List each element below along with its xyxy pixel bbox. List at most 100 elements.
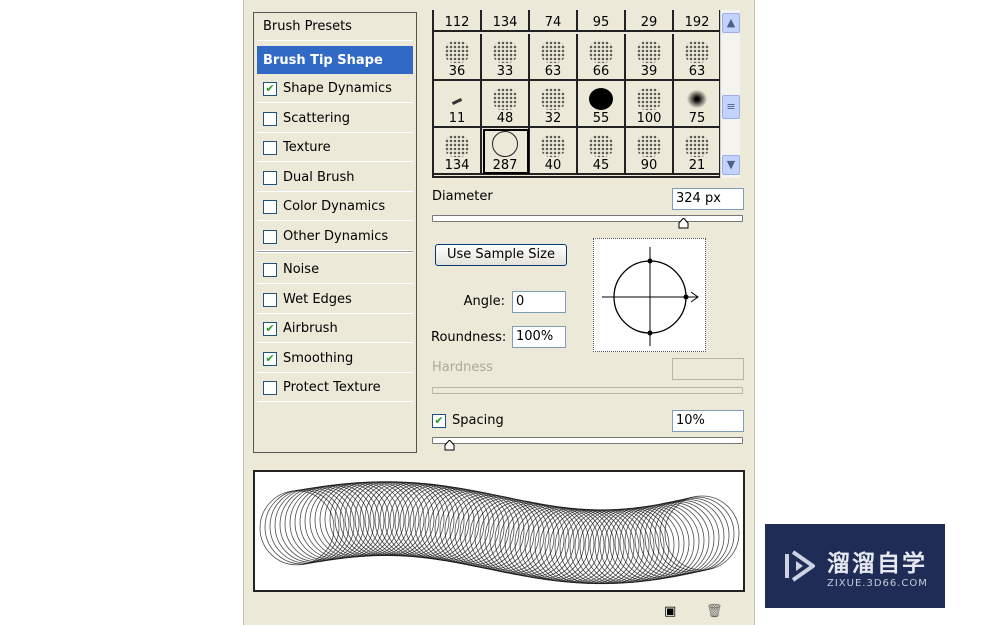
checkbox-unchecked-icon[interactable] bbox=[263, 199, 277, 214]
sidebar-item-label: Other Dynamics bbox=[283, 229, 389, 244]
spacing-label: Spacing bbox=[452, 413, 504, 428]
brush-tip-icon bbox=[541, 41, 565, 63]
brush-size-label: 45 bbox=[592, 158, 610, 173]
stroke-dab bbox=[324, 482, 400, 557]
roundness-input[interactable]: 100% bbox=[512, 326, 566, 348]
watermark-title: 溜溜自学 bbox=[827, 550, 927, 577]
slider-thumb[interactable] bbox=[678, 217, 689, 229]
sidebar-item-wet-edges[interactable]: Wet Edges bbox=[257, 286, 413, 314]
angle-roundness-preview[interactable] bbox=[593, 238, 706, 352]
stroke-dab bbox=[659, 496, 735, 572]
checkbox-unchecked-icon[interactable] bbox=[263, 170, 277, 185]
checkbox-unchecked-icon[interactable] bbox=[263, 140, 277, 155]
trash-icon[interactable]: 🗑 bbox=[706, 604, 723, 619]
brush-preset[interactable]: 33 bbox=[482, 34, 530, 81]
brush-preset[interactable]: 100 bbox=[626, 81, 674, 128]
scroll-thumb[interactable]: ≡ bbox=[722, 95, 740, 119]
brush-tip-icon bbox=[541, 135, 565, 157]
brush-size-label: 74 bbox=[544, 15, 562, 30]
brush-tip-icon bbox=[637, 41, 661, 63]
brush-tip-icon bbox=[492, 131, 518, 157]
brush-preset[interactable]: 95 bbox=[578, 10, 626, 32]
play-logo-icon bbox=[785, 550, 815, 582]
scroll-up-button[interactable]: ▲ bbox=[722, 13, 740, 33]
sidebar-item-dual-brush[interactable]: Dual Brush bbox=[257, 164, 413, 192]
brush-options-list: Brush Presets Brush Tip Shape ✔ Shape Dynam… bbox=[253, 12, 417, 453]
sidebar-item-protect-texture[interactable]: Protect Texture bbox=[257, 374, 413, 402]
sidebar-item-brush-tip-shape[interactable]: Brush Tip Shape bbox=[257, 46, 413, 74]
brush-tip-icon bbox=[637, 135, 661, 157]
sidebar-item-brush-presets[interactable]: Brush Presets bbox=[257, 13, 413, 41]
stroke-dab bbox=[329, 481, 405, 557]
brush-preset[interactable]: 11 bbox=[434, 81, 482, 128]
sidebar-item-label: Dual Brush bbox=[283, 170, 355, 185]
spacing-checkbox[interactable]: ✔ Spacing bbox=[432, 413, 504, 428]
brush-preset[interactable]: 66 bbox=[578, 34, 626, 81]
sidebar-item-label: Smoothing bbox=[283, 351, 354, 366]
brush-preset[interactable]: 134 bbox=[482, 10, 530, 32]
checkbox-unchecked-icon[interactable] bbox=[263, 292, 277, 307]
brush-preset[interactable]: 90 bbox=[626, 128, 674, 175]
checkbox-unchecked-icon[interactable] bbox=[263, 380, 277, 395]
use-sample-size-button[interactable]: Use Sample Size bbox=[435, 244, 567, 266]
angle-input[interactable]: 0 bbox=[512, 291, 566, 313]
brush-size-label: 287 bbox=[492, 158, 518, 173]
brush-preset[interactable]: 32 bbox=[530, 81, 578, 128]
checkbox-unchecked-icon[interactable] bbox=[263, 262, 277, 277]
slider-thumb[interactable] bbox=[444, 439, 455, 451]
brush-size-label: 63 bbox=[688, 64, 706, 79]
grid-scrollbar[interactable]: ▲ ≡ ▼ bbox=[720, 10, 740, 178]
sidebar-item-shape-dynamics[interactable]: ✔ Shape Dynamics bbox=[257, 75, 413, 103]
brush-preset[interactable]: 29 bbox=[626, 10, 674, 32]
brush-preset[interactable]: 287 bbox=[482, 128, 530, 175]
sidebar-item-noise[interactable]: Noise bbox=[257, 256, 413, 284]
brush-preset[interactable]: 40 bbox=[530, 128, 578, 175]
sidebar-item-scattering[interactable]: Scattering bbox=[257, 105, 413, 133]
stroke-dab bbox=[369, 481, 445, 557]
brush-preset[interactable]: 36 bbox=[434, 34, 482, 81]
scroll-down-button[interactable]: ▼ bbox=[722, 155, 740, 175]
brush-preset[interactable]: 21 bbox=[674, 128, 719, 175]
sidebar-item-label: Scattering bbox=[283, 111, 351, 126]
checkbox-checked-icon[interactable]: ✔ bbox=[263, 321, 277, 336]
brush-preset[interactable]: 192 bbox=[674, 10, 719, 32]
sidebar-item-smoothing[interactable]: ✔ Smoothing bbox=[257, 345, 413, 373]
checkbox-checked-icon[interactable]: ✔ bbox=[263, 81, 277, 96]
brush-preset[interactable]: 39 bbox=[626, 34, 674, 81]
brush-size-label: 75 bbox=[688, 111, 706, 126]
brush-preset[interactable]: 112 bbox=[434, 10, 482, 32]
brush-size-label: 112 bbox=[444, 15, 470, 30]
checkbox-unchecked-icon[interactable] bbox=[263, 229, 277, 244]
brush-preset[interactable]: 45 bbox=[578, 128, 626, 175]
brush-size-label: 90 bbox=[640, 158, 658, 173]
sidebar-item-texture[interactable]: Texture bbox=[257, 134, 413, 162]
diameter-input[interactable]: 324 px bbox=[672, 188, 744, 210]
spacing-slider[interactable] bbox=[432, 437, 743, 451]
brush-preset-grid: 112 134 74 95 29 192 36 33 63 66 39 63 11 48 32 55 100 75… bbox=[432, 10, 721, 178]
brush-angle-icon bbox=[602, 247, 699, 346]
checkbox-checked-icon[interactable]: ✔ bbox=[263, 351, 277, 366]
checkbox-unchecked-icon[interactable] bbox=[263, 111, 277, 126]
sidebar-item-label: Color Dynamics bbox=[283, 199, 386, 214]
diameter-slider[interactable] bbox=[432, 215, 743, 229]
brush-preset[interactable]: 63 bbox=[674, 34, 719, 81]
brush-size-label: 134 bbox=[444, 158, 470, 173]
brush-preset[interactable]: 48 bbox=[482, 81, 530, 128]
brush-size-label: 192 bbox=[684, 15, 710, 30]
new-brush-icon[interactable]: ▣ bbox=[664, 604, 676, 619]
sidebar-item-airbrush[interactable]: ✔ Airbrush bbox=[257, 315, 413, 343]
brush-size-label: 33 bbox=[496, 64, 514, 79]
brush-preset[interactable]: 75 bbox=[674, 81, 719, 128]
brush-preset[interactable]: 74 bbox=[530, 10, 578, 32]
brush-preset[interactable]: 134 bbox=[434, 128, 482, 175]
spacing-input[interactable]: 10% bbox=[672, 410, 744, 432]
brush-preset[interactable]: 63 bbox=[530, 34, 578, 81]
brush-preset[interactable]: 55 bbox=[578, 81, 626, 128]
brush-size-label: 39 bbox=[640, 64, 658, 79]
sidebar-item-other-dynamics[interactable]: Other Dynamics bbox=[257, 223, 413, 251]
stroke-dab bbox=[664, 495, 740, 571]
sidebar-item-label: Texture bbox=[283, 140, 331, 155]
brush-size-label: 66 bbox=[592, 64, 610, 79]
sidebar-item-color-dynamics[interactable]: Color Dynamics bbox=[257, 193, 413, 221]
stroke-dab bbox=[484, 500, 560, 576]
